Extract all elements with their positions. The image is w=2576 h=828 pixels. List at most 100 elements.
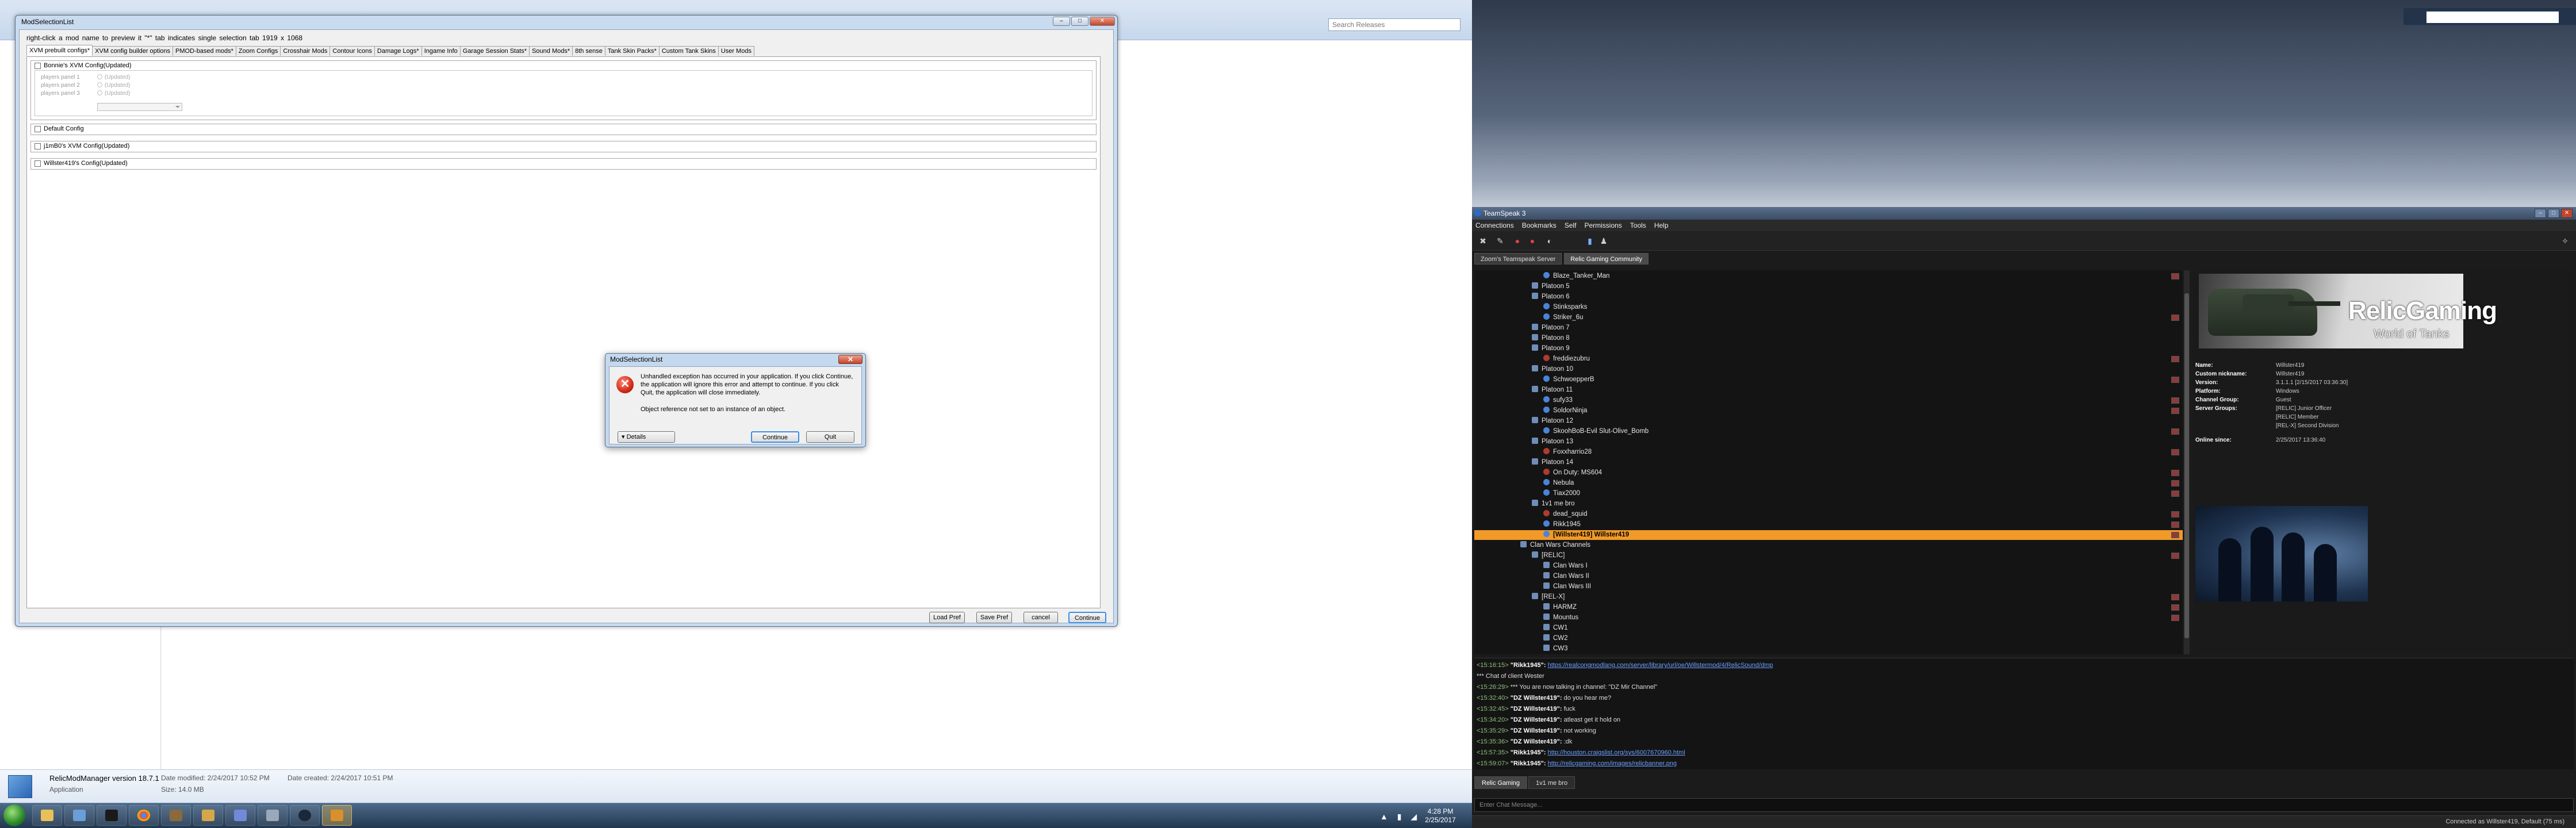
tab-zoom-configs[interactable]: Zoom Configs: [235, 46, 281, 56]
tab-contour-icons[interactable]: Contour Icons: [329, 46, 375, 56]
tree-client[interactable]: Striker_6u: [1543, 313, 1583, 323]
tree-channel[interactable]: Platoon 13: [1532, 437, 1573, 447]
players-panel-2-radio[interactable]: (Updated): [97, 82, 130, 89]
browser-search-input[interactable]: [2426, 12, 2559, 23]
tree-channel[interactable]: [RELIC]: [1532, 551, 1565, 561]
disconnect-icon[interactable]: ✖: [1478, 236, 1488, 246]
tab-user-mods[interactable]: User Mods: [718, 46, 754, 56]
tree-channel[interactable]: 1v1 me bro: [1532, 499, 1575, 509]
chat-nickname[interactable]: "Rikk1945":: [1511, 662, 1548, 669]
config-header[interactable]: Willster419's Config(Updated): [34, 160, 128, 167]
tab-pmod-based[interactable]: PMOD-based mods*: [172, 46, 236, 56]
continue-button[interactable]: Continue: [1068, 612, 1106, 623]
dialog-quit-button[interactable]: Quit: [806, 431, 854, 443]
tab-damage-logs[interactable]: Damage Logs*: [374, 46, 422, 56]
tree-client[interactable]: Blaze_Tanker_Man: [1543, 271, 1609, 281]
taskbar-modmanager-button[interactable]: [322, 805, 352, 826]
chat-nickname[interactable]: "DZ Willster419":: [1511, 727, 1564, 734]
config-checkbox[interactable]: [34, 143, 41, 150]
menu-connections[interactable]: Connections: [1475, 220, 1514, 231]
tab-relic-gaming[interactable]: Relic Gaming Community: [1564, 253, 1649, 264]
tree-channel[interactable]: [REL-X]: [1532, 592, 1565, 602]
menu-permissions[interactable]: Permissions: [1584, 220, 1621, 231]
config-checkbox[interactable]: [34, 125, 41, 132]
tree-client[interactable]: Foxxharrio28: [1543, 447, 1592, 457]
minimize-button[interactable]: –: [1053, 17, 1070, 26]
tab-8th-sense[interactable]: 8th sense: [572, 46, 605, 56]
tab-sound-mods[interactable]: Sound Mods*: [529, 46, 573, 56]
tree-client[interactable]: dead_squid: [1543, 509, 1587, 519]
tree-client[interactable]: Stinksparks: [1543, 302, 1587, 312]
load-pref-button[interactable]: Load Pref: [929, 612, 965, 623]
taskbar-misc-button[interactable]: [258, 805, 288, 826]
chat-link[interactable]: http://relicgaming.com/images/relicbanne…: [1548, 760, 1677, 767]
taskbar-terminal-button[interactable]: [97, 805, 126, 826]
channel-tree[interactable]: Blaze_Tanker_Man Platoon 5 Platoon 6 Stinks…: [1474, 270, 2183, 654]
players-panel-dropdown[interactable]: [97, 103, 182, 111]
tree-client[interactable]: Rikk1945: [1543, 520, 1581, 530]
details-button[interactable]: ▾ Details: [618, 431, 675, 443]
chat-tab-channel[interactable]: 1v1 me bro: [1528, 776, 1575, 789]
ts-close-button[interactable]: ✕: [2561, 209, 2573, 218]
tree-channel[interactable]: CW2: [1543, 634, 1568, 643]
taskbar-folder-button[interactable]: [193, 805, 223, 826]
chat-link[interactable]: http://houston.craigslist.org/sys/600767…: [1548, 749, 1685, 756]
tab-garage-session-stats[interactable]: Garage Session Stats*: [459, 46, 530, 56]
dialog-continue-button[interactable]: Continue: [751, 431, 799, 443]
tree-channel[interactable]: Clan Wars I: [1543, 561, 1588, 571]
system-tray[interactable]: ▲ ▮ ◢: [1380, 812, 1420, 822]
tree-channel[interactable]: Platoon 5: [1532, 282, 1570, 292]
tree-client[interactable]: SkoohBoB-Evil Slut-Olive_Bomb: [1543, 427, 1649, 436]
tree-channel[interactable]: CW1: [1543, 623, 1568, 633]
explorer-search-input[interactable]: Search Releases: [1328, 18, 1460, 31]
ts-maximize-button[interactable]: □: [2548, 209, 2559, 218]
chat-link[interactable]: https://realcongmodlang.com/server/libra…: [1548, 662, 1773, 669]
start-button[interactable]: [3, 804, 25, 826]
channel-tree-scrollbar[interactable]: [2184, 270, 2190, 654]
tab-custom-tank-skins[interactable]: Custom Tank Skins: [658, 46, 719, 56]
taskbar-explorer-button[interactable]: [32, 805, 62, 826]
tree-channel[interactable]: Platoon 12: [1532, 416, 1573, 426]
menu-help[interactable]: Help: [1654, 220, 1669, 231]
chat-nickname[interactable]: "Rikk1945":: [1511, 749, 1548, 756]
players-panel-3-radio[interactable]: (Updated): [97, 90, 130, 97]
tree-channel[interactable]: Clan Wars II: [1543, 572, 1589, 581]
tree-client[interactable]: sufy33: [1543, 396, 1573, 405]
config-checkbox[interactable]: [34, 160, 41, 167]
tree-channel[interactable]: Clan Wars III: [1543, 582, 1591, 592]
tree-client[interactable]: freddiezubru: [1543, 354, 1590, 364]
tree-client[interactable]: SoldorNinja: [1543, 406, 1587, 416]
menu-self[interactable]: Self: [1565, 220, 1577, 231]
config-checkbox[interactable]: [34, 62, 41, 69]
tree-channel[interactable]: Platoon 8: [1532, 334, 1570, 343]
taskbar-mail-button[interactable]: [64, 805, 94, 826]
config-header[interactable]: Bonnie's XVM Config(Updated): [34, 62, 132, 69]
ts-minimize-button[interactable]: –: [2535, 209, 2546, 218]
tree-channel[interactable]: Platoon 9: [1532, 344, 1570, 354]
tree-channel[interactable]: Platoon 11: [1532, 385, 1573, 395]
taskbar-tanks-button[interactable]: [161, 805, 191, 826]
tree-channel[interactable]: Platoon 7: [1532, 323, 1570, 333]
chat-nickname[interactable]: "DZ Willster419":: [1511, 716, 1564, 723]
tab-xvm-prebuilt[interactable]: XVM prebuilt configs*: [26, 45, 93, 56]
mute-speaker-icon[interactable]: ●: [1527, 236, 1538, 246]
mute-mic-icon[interactable]: ●: [1512, 236, 1523, 246]
tree-channel[interactable]: CW3: [1543, 644, 1568, 654]
tab-ingame-info[interactable]: Ingame Info: [421, 46, 461, 56]
taskbar-steam-button[interactable]: [290, 805, 320, 826]
away-icon[interactable]: ◐: [1544, 236, 1555, 246]
tree-client[interactable]: Nebula: [1543, 478, 1574, 488]
tree-client[interactable]: On Duty: MS604: [1543, 468, 1602, 478]
edit-icon[interactable]: ✎: [1495, 236, 1505, 246]
chat-input[interactable]: Enter Chat Message...: [1474, 798, 2574, 812]
tree-channel[interactable]: Clan Wars Channels: [1520, 540, 1590, 550]
dialog-close-button[interactable]: ✕: [838, 355, 862, 364]
chat-nickname[interactable]: "DZ Willster419":: [1511, 695, 1564, 702]
cancel-button[interactable]: cancel: [1023, 612, 1058, 623]
chat-nickname[interactable]: "DZ Willster419":: [1511, 738, 1564, 745]
close-button[interactable]: ✕: [1090, 17, 1115, 26]
menu-tools[interactable]: Tools: [1630, 220, 1646, 231]
taskbar-chrome-button[interactable]: [129, 805, 159, 826]
chat-nickname[interactable]: "Rikk1945":: [1511, 760, 1548, 767]
tab-xvm-config-builder[interactable]: XVM config builder options: [92, 46, 174, 56]
